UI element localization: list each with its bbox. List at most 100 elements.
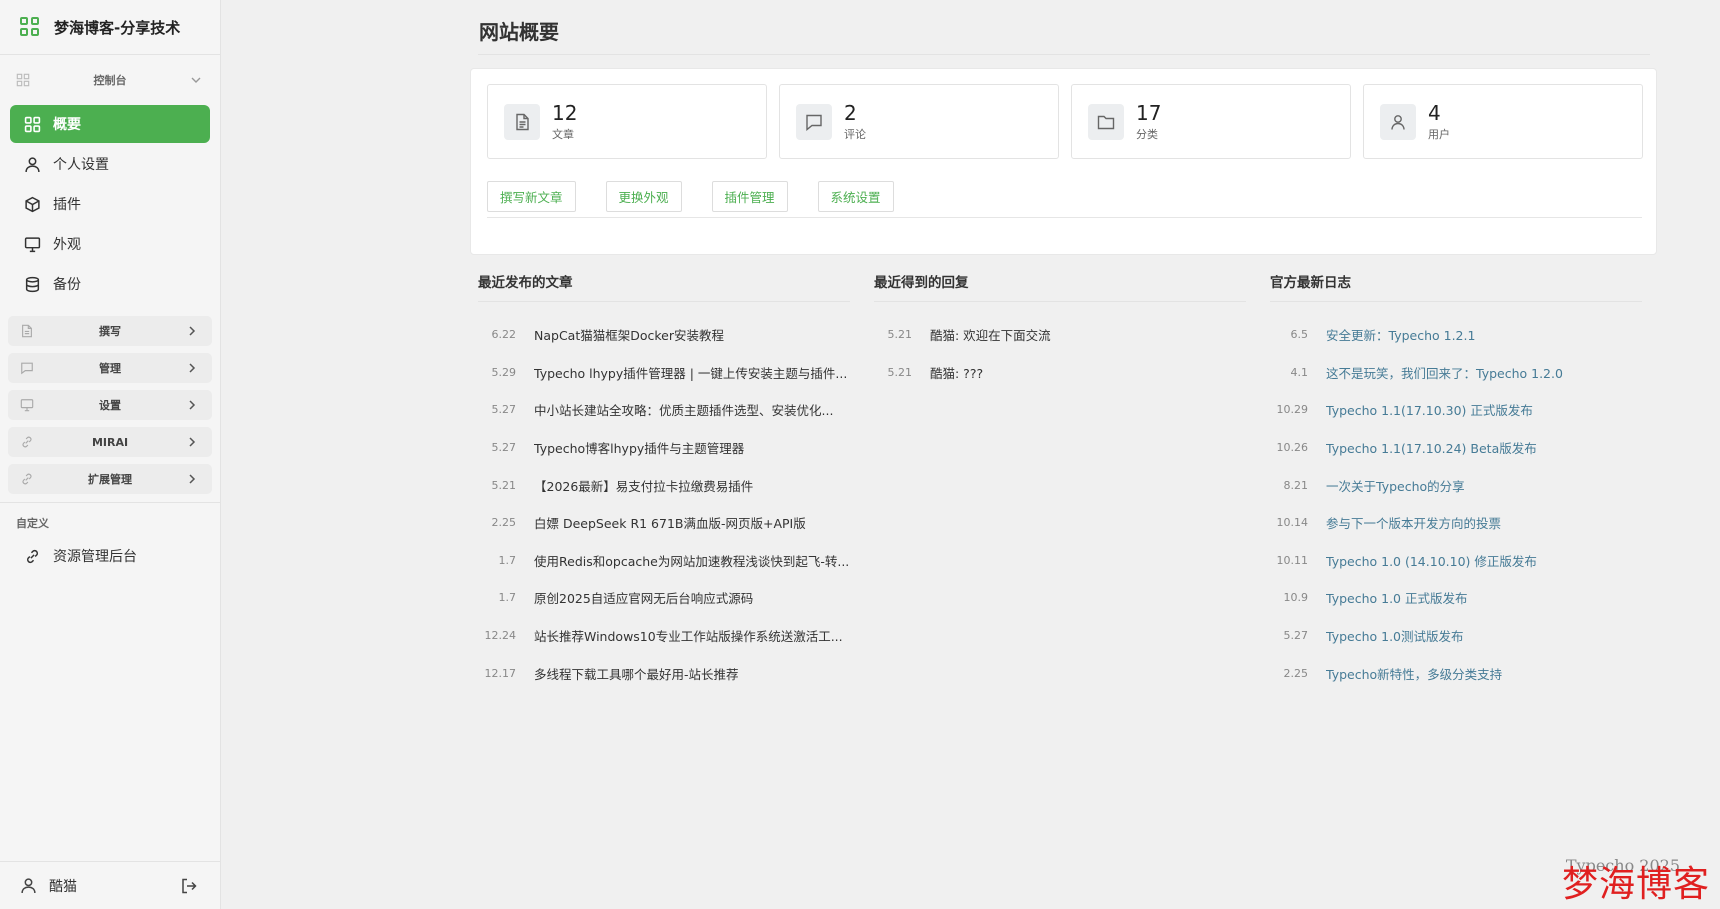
plugin-manage-button[interactable]: 插件管理 — [711, 181, 788, 212]
chevron-down-icon — [191, 77, 201, 83]
item-date: 6.22 — [491, 328, 517, 342]
group-label: 控制台 — [93, 74, 127, 87]
item-title[interactable]: 站长推荐Windows10专业工作站版操作系统送激活工... — [534, 626, 843, 645]
item-title[interactable]: NapCat猫猫框架Docker安装教程 — [534, 325, 724, 344]
user-icon — [1391, 114, 1405, 130]
list-item[interactable]: 5.21 酷猫: 欢迎在下面交流 — [874, 316, 1246, 354]
item-title[interactable]: 原创2025自适应官网无后台响应式源码 — [534, 588, 753, 607]
list-item[interactable]: 8.21 一次关于Typecho的分享 — [1270, 466, 1642, 504]
username[interactable]: 酷猫 — [49, 876, 180, 896]
link-icon — [27, 549, 38, 563]
stat-label: 文章 — [552, 127, 574, 141]
list-item[interactable]: 2.25 Typecho新特性，多级分类支持 — [1270, 654, 1642, 692]
stat-icon-box — [796, 103, 832, 140]
list-item[interactable]: 5.29 Typecho lhypy插件管理器 | 一键上传安装主题与插件... — [478, 354, 850, 392]
list-item[interactable]: 5.21 【2026最新】易支付拉卡拉缴费易插件 — [478, 466, 850, 504]
list-item[interactable]: 10.14 参与下一个版本开发方向的投票 — [1270, 504, 1642, 542]
quick-actions: 撰写新文章 更换外观 插件管理 系统设置 — [487, 181, 894, 212]
list-item[interactable]: 10.26 Typecho 1.1(17.10.24) Beta版发布 — [1270, 429, 1642, 467]
stat-value: 12 — [552, 100, 578, 125]
stat-icon-box — [1088, 103, 1124, 140]
item-title[interactable]: 酷猫: 欢迎在下面交流 — [930, 325, 1051, 344]
brand-title: 梦海博客-分享技术 — [54, 18, 181, 37]
brand[interactable]: 梦海博客-分享技术 — [0, 0, 220, 55]
item-date: 12.24 — [484, 629, 517, 643]
document-icon — [516, 113, 529, 130]
list-item[interactable]: 1.7 原创2025自适应官网无后台响应式源码 — [478, 579, 850, 617]
recent-posts-list: 6.22 NapCat猫猫框架Docker安装教程 5.29 Typecho lhy… — [478, 316, 850, 692]
sidebar-group-manage[interactable]: 管理 — [8, 353, 212, 383]
stat-card-users[interactable]: 4 用户 — [1363, 84, 1643, 159]
item-title[interactable]: 【2026最新】易支付拉卡拉缴费易插件 — [534, 476, 753, 495]
list-item[interactable]: 10.11 Typecho 1.0 (14.10.10) 修正版发布 — [1270, 542, 1642, 580]
item-link[interactable]: Typecho 1.1(17.10.24) Beta版发布 — [1326, 438, 1537, 457]
item-link[interactable]: Typecho 1.0 正式版发布 — [1326, 588, 1467, 607]
list-item[interactable]: 4.1 这不是玩笑，我们回来了：Typecho 1.2.0 — [1270, 354, 1642, 392]
item-title[interactable]: 多线程下载工具哪个最好用-站长推荐 — [534, 664, 739, 683]
item-title[interactable]: 白嫖 DeepSeek R1 671B满血版-网页版+API版 — [534, 513, 806, 532]
list-item[interactable]: 5.27 Typecho 1.0测试版发布 — [1270, 617, 1642, 655]
sidebar-item-resource-admin[interactable]: 资源管理后台 — [10, 537, 210, 575]
sidebar-group-extensions[interactable]: 扩展管理 — [8, 464, 212, 494]
list-item[interactable]: 6.22 NapCat猫猫框架Docker安装教程 — [478, 316, 850, 354]
recent-replies-list: 5.21 酷猫: 欢迎在下面交流 5.21 酷猫: ??? — [874, 316, 1246, 391]
item-link[interactable]: Typecho 1.0 (14.10.10) 修正版发布 — [1326, 551, 1537, 570]
section-title: 官方最新日志 — [1270, 271, 1642, 302]
item-title[interactable]: Typecho lhypy插件管理器 | 一键上传安装主题与插件... — [534, 363, 847, 382]
list-item[interactable]: 10.29 Typecho 1.1(17.10.30) 正式版发布 — [1270, 391, 1642, 429]
grid-logo-icon — [20, 17, 40, 37]
item-link[interactable]: Typecho 1.0测试版发布 — [1326, 626, 1464, 645]
logout-icon[interactable] — [180, 877, 198, 895]
group-label: 撰写 — [99, 325, 121, 338]
chevron-right-icon — [189, 474, 196, 484]
change-theme-button[interactable]: 更换外观 — [605, 181, 682, 212]
sidebar-item-appearance[interactable]: 外观 — [10, 225, 210, 263]
list-item[interactable]: 12.17 多线程下载工具哪个最好用-站长推荐 — [478, 654, 850, 692]
list-item[interactable]: 10.9 Typecho 1.0 正式版发布 — [1270, 579, 1642, 617]
stat-text: 17 分类 — [1136, 102, 1161, 142]
item-date: 5.27 — [491, 441, 517, 455]
item-date: 10.26 — [1276, 441, 1309, 455]
stat-card-comments[interactable]: 2 评论 — [779, 84, 1059, 159]
control-panel-group-toggle[interactable]: 控制台 — [0, 55, 220, 105]
link-icon — [22, 436, 32, 448]
list-item[interactable]: 1.7 使用Redis和opcache为网站加速教程浅谈快到起飞-转... — [478, 542, 850, 580]
user-icon — [21, 878, 36, 893]
item-link[interactable]: Typecho 1.1(17.10.30) 正式版发布 — [1326, 400, 1533, 419]
item-date: 5.27 — [1283, 629, 1309, 643]
sidebar-item-overview[interactable]: 概要 — [10, 105, 210, 143]
sidebar-item-label: 个人设置 — [53, 157, 109, 173]
list-item[interactable]: 6.5 安全更新：Typecho 1.2.1 — [1270, 316, 1642, 354]
stat-icon-box — [1380, 103, 1416, 140]
sidebar-item-plugins[interactable]: 插件 — [10, 185, 210, 223]
system-settings-button[interactable]: 系统设置 — [817, 181, 894, 212]
item-link[interactable]: 安全更新：Typecho 1.2.1 — [1326, 325, 1475, 344]
list-item[interactable]: 2.25 白嫖 DeepSeek R1 671B满血版-网页版+API版 — [478, 504, 850, 542]
list-item[interactable]: 5.27 中小站长建站全攻略：优质主题插件选型、安装优化... — [478, 391, 850, 429]
item-title[interactable]: 使用Redis和opcache为网站加速教程浅谈快到起飞-转... — [534, 551, 849, 570]
sidebar-group-mirai[interactable]: MIRAI — [8, 427, 212, 457]
list-item[interactable]: 12.24 站长推荐Windows10专业工作站版操作系统送激活工... — [478, 617, 850, 655]
link-icon — [22, 473, 32, 485]
write-post-button[interactable]: 撰写新文章 — [487, 181, 576, 212]
item-title[interactable]: Typecho博客lhypy插件与主题管理器 — [534, 438, 744, 457]
sidebar-item-profile[interactable]: 个人设置 — [10, 145, 210, 183]
item-link[interactable]: 参与下一个版本开发方向的投票 — [1326, 513, 1501, 532]
item-date: 1.7 — [498, 591, 517, 605]
sidebar-item-backup[interactable]: 备份 — [10, 265, 210, 303]
list-item[interactable]: 5.27 Typecho博客lhypy插件与主题管理器 — [478, 429, 850, 467]
sidebar-item-label: 插件 — [53, 197, 81, 213]
item-date: 10.9 — [1283, 591, 1309, 605]
list-item[interactable]: 5.21 酷猫: ??? — [874, 354, 1246, 392]
item-link[interactable]: 一次关于Typecho的分享 — [1326, 476, 1465, 495]
item-title[interactable]: 酷猫: ??? — [930, 363, 983, 382]
sidebar-group-settings[interactable]: 设置 — [8, 390, 212, 420]
official-log-section: 官方最新日志 6.5 安全更新：Typecho 1.2.1 4.1 这不是玩笑，我们… — [1270, 271, 1642, 692]
stat-card-categories[interactable]: 17 分类 — [1071, 84, 1351, 159]
monitor-icon — [20, 399, 34, 412]
item-link[interactable]: Typecho新特性，多级分类支持 — [1326, 664, 1502, 683]
item-link[interactable]: 这不是玩笑，我们回来了：Typecho 1.2.0 — [1326, 363, 1563, 382]
item-title[interactable]: 中小站长建站全攻略：优质主题插件选型、安装优化... — [534, 400, 833, 419]
sidebar-group-write[interactable]: 撰写 — [8, 316, 212, 346]
stat-card-posts[interactable]: 12 文章 — [487, 84, 767, 159]
